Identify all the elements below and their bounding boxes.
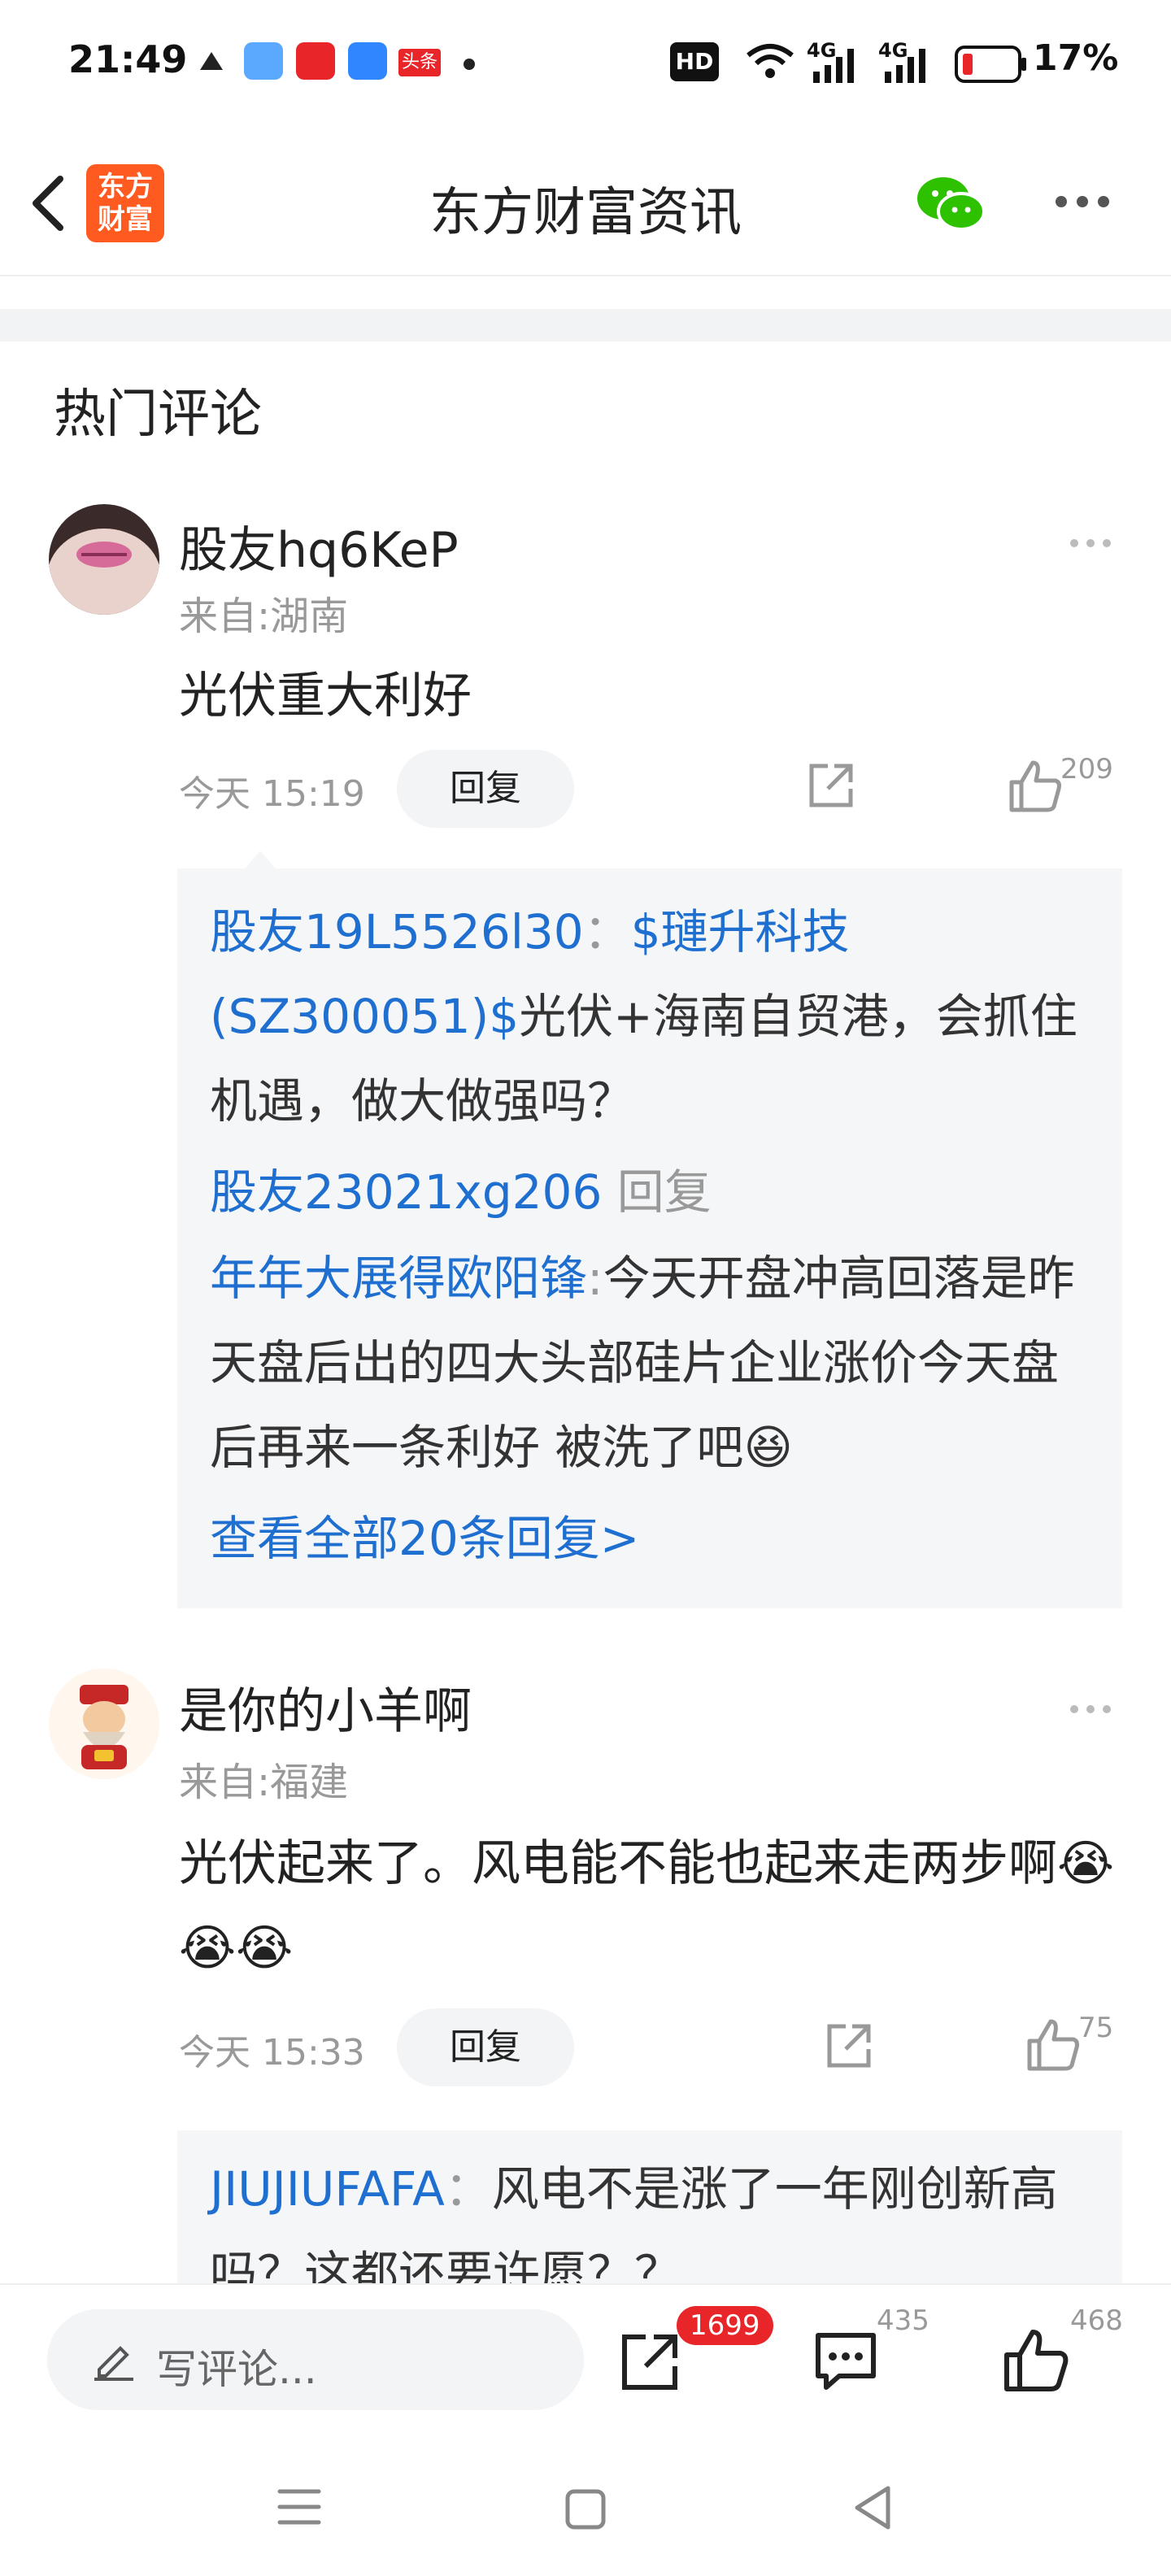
more-options-button[interactable] bbox=[1056, 195, 1119, 211]
like-icon[interactable] bbox=[1002, 2326, 1070, 2394]
status-time: 21:49 bbox=[68, 37, 188, 81]
weather-icon bbox=[244, 42, 283, 80]
home-icon[interactable] bbox=[563, 2487, 608, 2532]
tmall-icon bbox=[296, 42, 335, 80]
comment-content: 光伏起来了。风电能不能也起来走两步啊😭😭😭 bbox=[179, 1835, 1115, 1977]
reply-box: 股友19L5526l30：$璉升科技(SZ300051)$光伏+海南自贸港，会抓… bbox=[177, 868, 1122, 1608]
page-title: 东方财富资讯 bbox=[429, 183, 742, 243]
signal-icon-1 bbox=[813, 49, 854, 83]
section-divider bbox=[0, 309, 1171, 342]
wifi-icon bbox=[747, 44, 794, 78]
reply-item: 股友19L5526l30：$璉升科技(SZ300051)$光伏+海南自贸港，会抓… bbox=[210, 904, 1077, 1129]
share-icon[interactable] bbox=[823, 2020, 875, 2072]
reply-item: 股友23021xg206 回复 bbox=[210, 1150, 1096, 1234]
comment-time: 今天 15:33 bbox=[179, 2032, 365, 2073]
comment-region: 来自:湖南 bbox=[179, 594, 349, 639]
menu-icon[interactable] bbox=[276, 2487, 322, 2527]
status-bar: 21:49 头条 HD 4G 4G 17% bbox=[0, 0, 1171, 130]
avatar[interactable] bbox=[49, 504, 159, 615]
bottom-action-bar: 写评论... 1699 435 468 bbox=[0, 2283, 1171, 2430]
notification-app-icon bbox=[200, 52, 223, 70]
reply-box-pointer bbox=[244, 851, 276, 870]
system-nav-bar bbox=[0, 2430, 1171, 2576]
like-count: 468 bbox=[1070, 2304, 1123, 2337]
write-comment-placeholder: 写评论... bbox=[156, 2346, 317, 2393]
share-icon[interactable] bbox=[805, 759, 857, 812]
toutiao-icon: 头条 bbox=[398, 49, 441, 76]
reply-action[interactable]: 回复 bbox=[617, 1164, 712, 1220]
comment-content: 光伏重大利好 bbox=[179, 668, 472, 724]
reply-user[interactable]: 年年大展得欧阳锋 bbox=[210, 1251, 587, 1306]
comment-more-button[interactable] bbox=[1070, 535, 1119, 550]
back-nav-icon[interactable] bbox=[849, 2483, 898, 2532]
like-count: 75 bbox=[1078, 2012, 1114, 2044]
reply-user[interactable]: 股友23021xg206 bbox=[210, 1164, 602, 1220]
signal-icon-2 bbox=[885, 49, 925, 83]
share-icon[interactable] bbox=[616, 2327, 685, 2395]
reply-item: 年年大展得欧阳锋:今天开盘冲高回落是昨天盘后出的四大头部硅片企业涨价今天盘后再来… bbox=[210, 1251, 1075, 1475]
comment-icon[interactable] bbox=[812, 2327, 880, 2395]
comment-more-button[interactable] bbox=[1070, 1701, 1119, 1717]
comment-count: 435 bbox=[877, 2304, 929, 2337]
pencil-icon bbox=[94, 2346, 133, 2381]
reply-box: JIUJIUFAFA：风电不是涨了一年刚创新高吗？这都还要许愿？？ bbox=[177, 2130, 1122, 2293]
comment-username[interactable]: 股友hq6KeP bbox=[179, 511, 459, 581]
battery-icon bbox=[955, 46, 1026, 83]
view-all-replies-link[interactable]: 查看全部20条回复> bbox=[210, 1496, 639, 1581]
reply-item: JIUJIUFAFA：风电不是涨了一年刚创新高吗？这都还要许愿？？ bbox=[210, 2147, 1096, 2293]
like-icon[interactable] bbox=[1025, 2017, 1082, 2073]
comment-region: 来自:福建 bbox=[179, 1760, 349, 1805]
more-notifications-dot bbox=[464, 59, 475, 70]
reply-button[interactable]: 回复 bbox=[397, 2008, 574, 2086]
app-icon bbox=[348, 42, 387, 80]
comment-time: 今天 15:19 bbox=[179, 773, 365, 815]
reply-user[interactable]: JIUJIUFAFA bbox=[210, 2161, 445, 2217]
share-count-badge: 1699 bbox=[677, 2306, 773, 2345]
reply-user[interactable]: 股友19L5526l30 bbox=[210, 904, 584, 959]
wechat-share-icon[interactable] bbox=[914, 171, 987, 236]
avatar[interactable] bbox=[49, 1669, 159, 1779]
like-count: 209 bbox=[1060, 753, 1113, 785]
reply-button[interactable]: 回复 bbox=[397, 750, 574, 828]
battery-percent: 17% bbox=[1033, 37, 1119, 79]
hot-comments-title: 热门评论 bbox=[54, 385, 262, 445]
like-icon[interactable] bbox=[1007, 758, 1064, 815]
hd-icon: HD bbox=[670, 42, 719, 81]
app-header: 东方 财富 东方财富资讯 bbox=[0, 130, 1171, 276]
comment-username[interactable]: 是你的小羊啊 bbox=[179, 1672, 472, 1743]
